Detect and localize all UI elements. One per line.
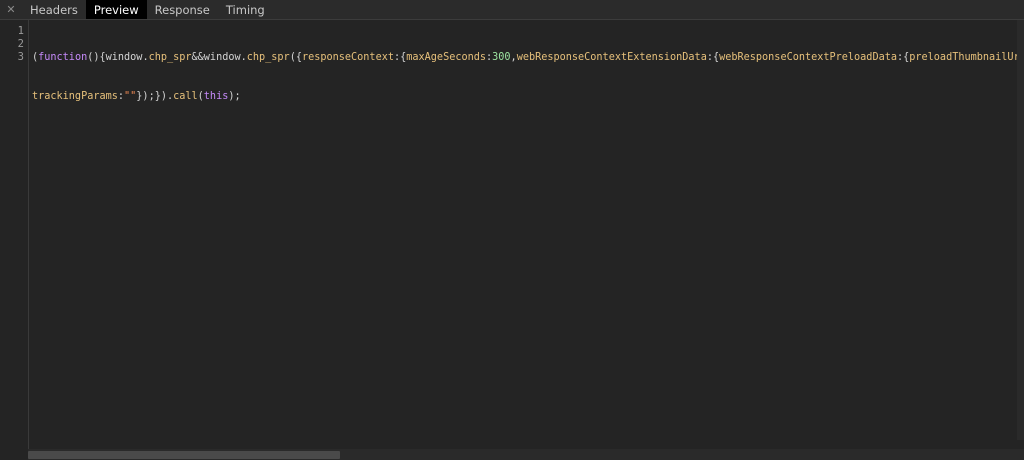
code-content[interactable]: (function(){window.chp_spr&&window.chp_s…	[32, 25, 1022, 168]
code-token: preloadThumbnailUrls	[909, 52, 1022, 63]
code-line-1: (function(){window.chp_spr&&window.chp_s…	[32, 51, 1022, 64]
code-token: 300	[492, 52, 511, 63]
code-token: chp_spr	[148, 52, 192, 63]
code-token: :{	[896, 52, 910, 63]
code-token: :{	[706, 52, 720, 63]
code-editor[interactable]: 1 2 3 (function(){window.chp_spr&&window…	[0, 20, 1024, 460]
horizontal-scrollbar[interactable]	[28, 449, 1024, 460]
line-number-gutter: 1 2 3	[0, 20, 29, 460]
tab-headers[interactable]: Headers	[22, 0, 86, 19]
code-token: responseContext	[301, 52, 394, 63]
code-token: this	[203, 91, 229, 102]
tab-bar: ✕ Headers Preview Response Timing	[0, 0, 1024, 20]
tab-preview[interactable]: Preview	[85, 0, 147, 19]
code-token: &&	[191, 52, 204, 63]
horizontal-scrollbar-thumb[interactable]	[28, 451, 340, 459]
tab-timing[interactable]: Timing	[218, 0, 273, 19]
line-number: 3	[17, 51, 24, 63]
code-token: window	[203, 52, 241, 63]
code-token: webResponseContextPreloadData	[719, 52, 897, 63]
close-icon[interactable]: ✕	[0, 0, 22, 19]
code-token: trackingParams	[32, 91, 118, 102]
code-token: ""	[124, 91, 137, 102]
code-token: :{	[393, 52, 407, 63]
code-token: function	[38, 52, 88, 63]
code-token: chp_spr	[246, 52, 290, 63]
code-token: });}).	[136, 91, 174, 102]
vertical-scrollbar[interactable]	[1017, 20, 1024, 440]
code-token: window	[105, 52, 143, 63]
code-token: ({	[289, 52, 302, 63]
code-token: (){	[87, 52, 106, 63]
line-number: 2	[17, 38, 24, 50]
code-token: maxAgeSeconds	[406, 52, 486, 63]
code-token: call	[173, 91, 198, 102]
code-token: );	[228, 91, 241, 102]
line-number: 1	[17, 25, 24, 37]
code-line-2: trackingParams:""});}).call(this);	[32, 90, 1022, 103]
code-token: webResponseContextExtensionData	[516, 52, 707, 63]
tab-response[interactable]: Response	[147, 0, 218, 19]
